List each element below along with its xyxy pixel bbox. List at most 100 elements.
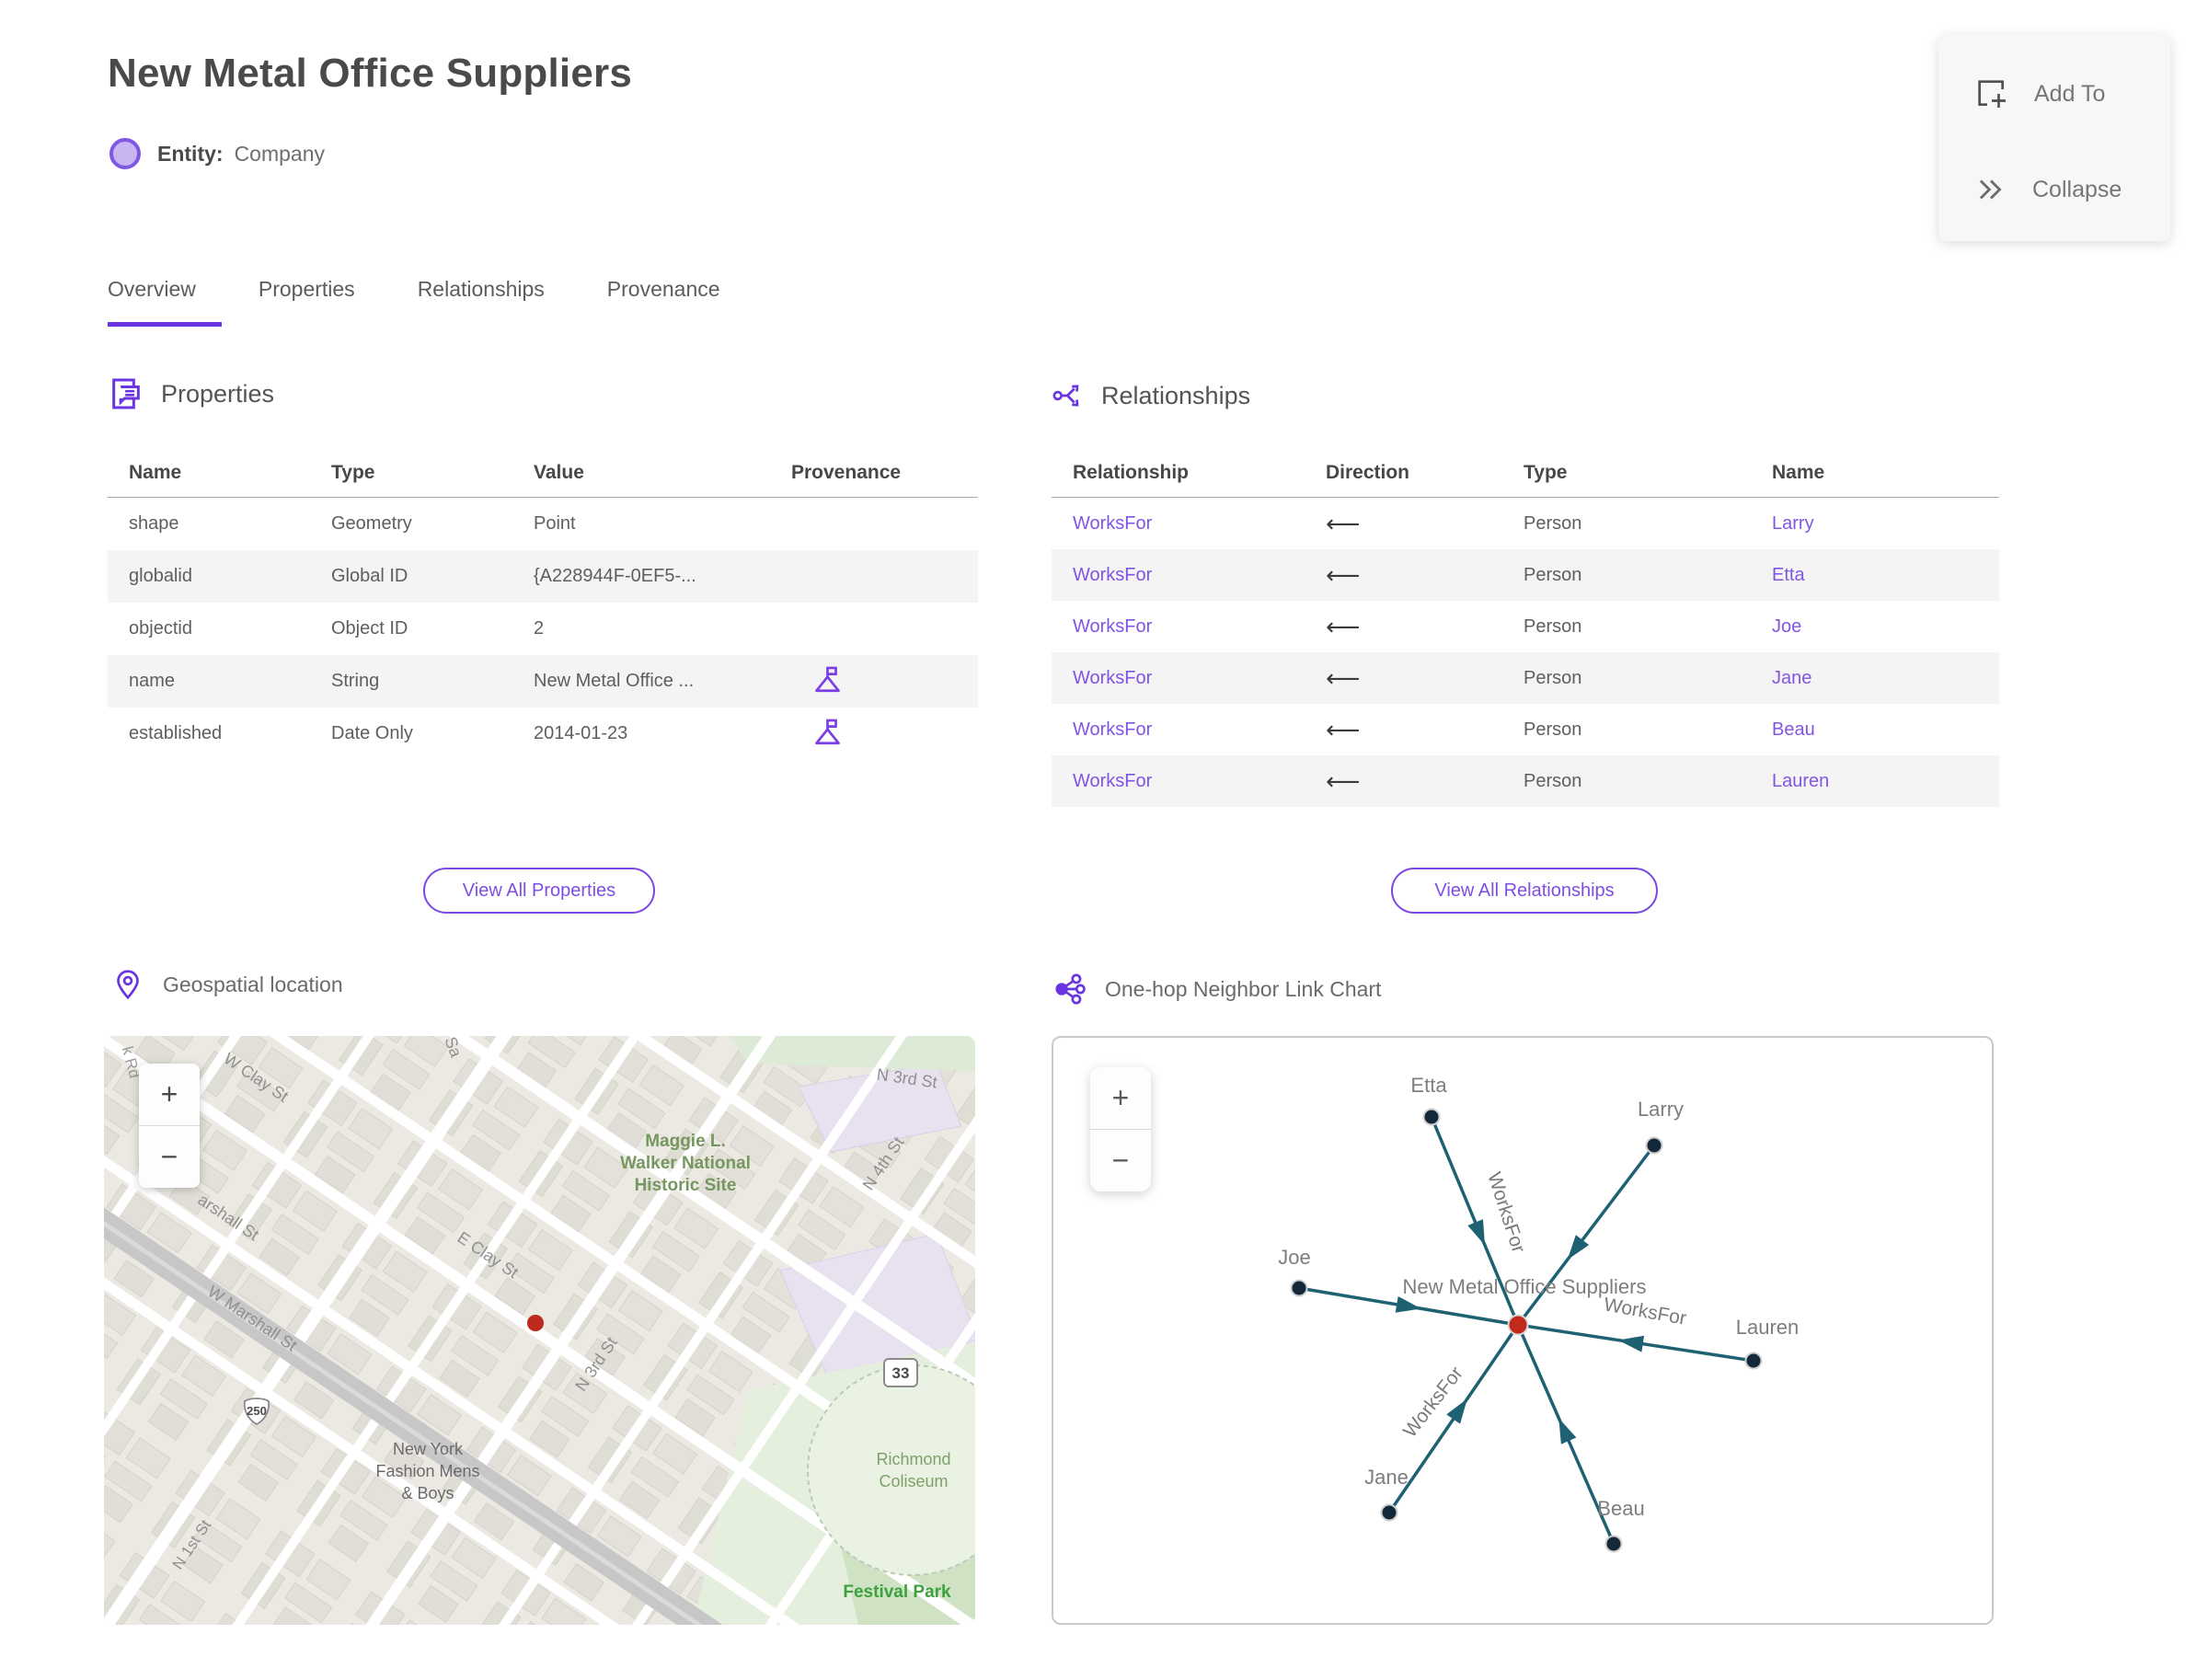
link-chart-canvas[interactable]: WorksFor WorksFor WorksFor Etta Larry Joe Laur… [1052,1036,1994,1625]
tab[interactable]: Properties [259,277,381,327]
chart-node-label: Joe [1278,1246,1310,1269]
property-row: globalid Global ID {A228944F-0EF5-... [108,550,978,603]
view-all-properties-button[interactable]: View All Properties [423,868,655,914]
chart-zoom-out-button[interactable]: − [1090,1130,1151,1191]
chart-node-label: Jane [1364,1466,1409,1489]
map-zoom-in-button[interactable]: + [139,1064,200,1125]
chart-zoom-in-button[interactable]: + [1090,1067,1151,1129]
property-type: Object ID [331,618,408,639]
property-name: objectid [129,618,192,639]
relationship-type-link[interactable]: WorksFor [1052,668,1305,689]
property-name: established [129,723,223,743]
chart-node[interactable] [1422,1108,1441,1126]
related-entity-type: Person [1524,667,1582,688]
tab[interactable]: Relationships [418,277,570,327]
relationships-table-head: Relationship Direction Type Name [1052,449,1999,498]
entity-location-marker[interactable] [527,1315,544,1331]
add-to-label: Add To [2034,80,2106,107]
properties-section-title: Properties [161,379,275,408]
relationship-type-link[interactable]: WorksFor [1052,565,1305,586]
entity-detail-page: New Metal Office Suppliers Entity: Compa… [0,0,2208,1680]
property-row: shape Geometry Point [108,498,978,550]
relationship-row: WorksFor ⟵ Person Jane [1052,652,1999,704]
chart-node[interactable] [1645,1136,1663,1155]
route-shield: 33 [883,1358,918,1387]
relationships-section-title: Relationships [1101,381,1251,409]
map-label: Richmond [876,1450,950,1468]
relationship-row: WorksFor ⟵ Person Larry [1052,498,1999,549]
tab[interactable]: Provenance [607,277,746,327]
relationships-icon [1052,385,1079,407]
chart-node-label: Lauren [1736,1316,1800,1339]
relationship-type-link[interactable]: WorksFor [1052,771,1305,792]
column-header: Direction [1326,462,1410,483]
property-name: shape [129,513,179,534]
add-to-icon [1978,80,2006,108]
properties-section-header: Properties [108,375,274,412]
related-entity-link[interactable]: Jane [1751,668,1999,689]
svg-text:33: 33 [892,1364,910,1382]
tab[interactable]: Overview [108,277,222,327]
view-all-relationships-button[interactable]: View All Relationships [1391,868,1658,914]
chart-node-label: Etta [1410,1074,1447,1097]
related-entity-link[interactable]: Etta [1751,565,1999,586]
map-label: Fashion Mens [375,1462,479,1480]
related-entity-link[interactable]: Lauren [1751,771,1999,792]
chart-center-node[interactable] [1507,1314,1529,1336]
chart-edge-label: WorksFor [1399,1363,1467,1442]
column-header: Type [331,462,375,483]
related-entity-type: Person [1524,564,1582,585]
collapse-chevrons-icon [1979,179,2002,200]
relationship-type-link[interactable]: WorksFor [1052,616,1305,638]
map-label: Coliseum [879,1472,948,1490]
relationships-section-header: Relationships [1052,379,1250,412]
relationship-type-link[interactable]: WorksFor [1052,719,1305,741]
map-zoom-out-button[interactable]: − [139,1126,200,1188]
chart-node[interactable] [1290,1279,1308,1297]
property-row: name String New Metal Office ... [108,655,978,708]
chart-edge-label: WorksFor [1483,1169,1529,1255]
chart-node[interactable] [1744,1352,1763,1370]
link-chart-header: One-hop Neighbor Link Chart [1052,972,1381,1007]
tab-bar: Overview Properties Relationships Proven… [108,277,746,327]
property-row: objectid Object ID 2 [108,603,978,655]
relationships-table-body: WorksFor ⟵ Person Larry WorksFor ⟵ Perso… [1052,498,1999,807]
relationship-direction: ⟵ [1326,663,1361,692]
property-type: Global ID [331,566,408,586]
collapse-button[interactable]: Collapse [1938,160,2170,219]
relationship-type-link[interactable]: WorksFor [1052,513,1305,535]
collapse-label: Collapse [2032,176,2122,202]
link-chart-icon [1055,973,1086,1005]
column-header: Relationship [1073,462,1190,483]
entity-row: Entity: Company [109,138,325,169]
map-label: Historic Site [635,1176,737,1195]
relationship-direction: ⟵ [1326,766,1361,795]
map-label: Festival Park [843,1582,951,1602]
related-entity-link[interactable]: Joe [1751,616,1999,638]
related-entity-type: Person [1524,770,1582,791]
map-label: Maggie L. [645,1132,726,1151]
entity-label: Entity: [157,141,224,166]
related-entity-link[interactable]: Larry [1751,513,1999,535]
relationship-row: WorksFor ⟵ Person Etta [1052,549,1999,601]
chart-edge-label: WorksFor [1603,1294,1688,1329]
properties-icon [112,378,140,409]
add-to-button[interactable]: Add To [1938,64,2170,123]
property-value: {A228944F-0EF5-... [534,566,696,586]
property-value: 2 [534,618,545,639]
provenance-flag-icon[interactable] [810,662,843,696]
column-header: Name [1772,462,1825,483]
entity-type: Company [234,141,325,166]
column-header: Provenance [791,462,902,483]
chart-edge-arrowhead [1446,1398,1467,1424]
related-entity-link[interactable]: Beau [1751,719,1999,741]
chart-node[interactable] [1380,1503,1398,1522]
relationship-row: WorksFor ⟵ Person Lauren [1052,755,1999,807]
chart-center-node-label: New Metal Office Suppliers [1403,1275,1647,1298]
chart-node[interactable] [1604,1535,1623,1553]
geospatial-title: Geospatial location [163,972,343,996]
provenance-flag-icon[interactable] [810,715,843,748]
map-pin-icon [117,970,139,1000]
map-canvas[interactable]: k Rd W Clay St Sa arshall St E Clay St W Mars… [104,1036,975,1625]
properties-table-head: Name Type Value Provenance [108,449,978,498]
